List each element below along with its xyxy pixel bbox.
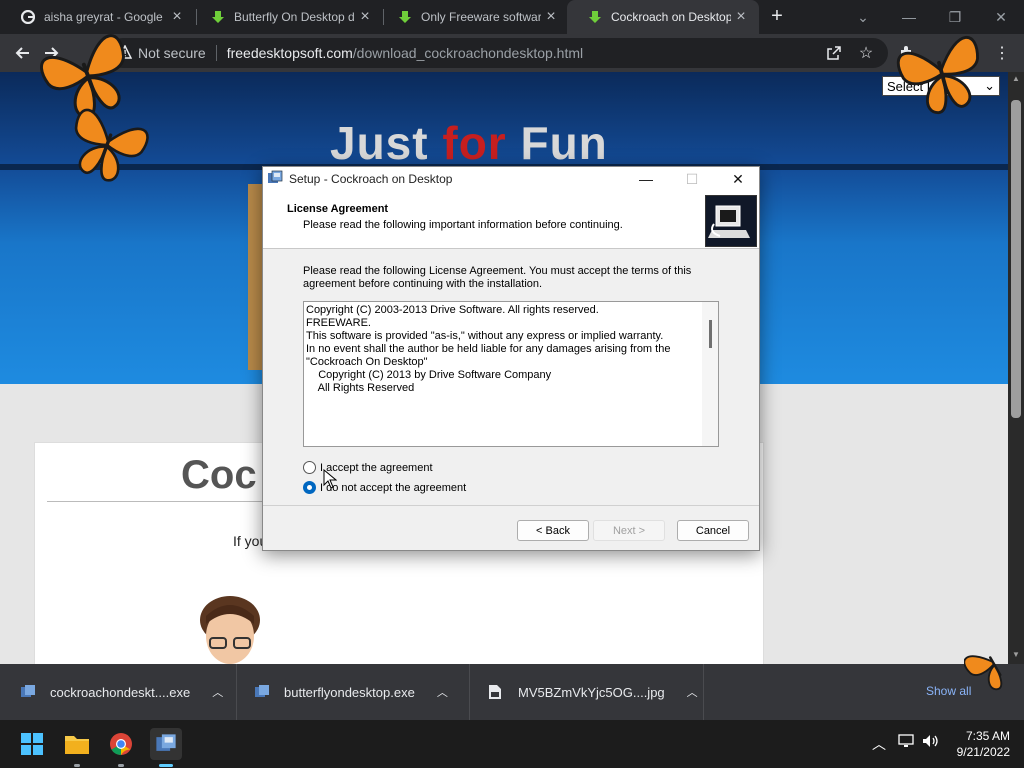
volume-icon[interactable]: [922, 734, 940, 751]
downloads-bar: cockroachondeskt....exe ︿ butterflyondes…: [0, 664, 1024, 720]
browser-toolbar: Not secure freedesktopsoft.com/download_…: [0, 34, 1024, 72]
setup-dialog: Setup - Cockroach on Desktop — ☐ ✕ Licen…: [262, 166, 760, 551]
mouse-cursor-icon: [323, 469, 337, 489]
share-icon[interactable]: [822, 41, 846, 65]
butterfly-image: [74, 108, 149, 182]
divider: [469, 664, 470, 720]
system-clock[interactable]: 7:35 AM 9/21/2022: [946, 728, 1010, 760]
hero-title-part: Fun: [506, 117, 608, 169]
chevron-up-icon[interactable]: ︿: [437, 684, 448, 700]
download-item[interactable]: cockroachondeskt....exe ︿: [20, 664, 223, 720]
tab-freeware[interactable]: Only Freeware softwar ×: [377, 0, 569, 34]
tab-title: Butterfly On Desktop d: [234, 10, 355, 24]
download-arrow-icon: [397, 9, 413, 25]
installer-icon: [254, 684, 270, 700]
divider: [703, 664, 704, 720]
license-line: FREEWARE.: [306, 317, 371, 329]
download-filename: cockroachondeskt....exe: [50, 684, 191, 700]
file-explorer-icon[interactable]: [61, 728, 93, 760]
start-windows-icon[interactable]: [16, 728, 48, 760]
divider: [236, 664, 237, 720]
tab-title: Cockroach on Desktop: [611, 10, 731, 24]
close-icon[interactable]: ×: [167, 8, 187, 26]
maximize-icon: ☐: [685, 170, 699, 187]
cartoon-face-image: [196, 594, 264, 664]
license-line: In no event shall the author be held lia…: [306, 343, 671, 355]
hero-title: Just for Fun: [330, 116, 608, 170]
accept-radio[interactable]: [303, 461, 316, 474]
download-arrow-icon: [587, 9, 603, 25]
download-item[interactable]: butterflyondesktop.exe ︿: [254, 664, 448, 720]
license-textbox[interactable]: Copyright (C) 2003-2013 Drive Software. …: [303, 301, 719, 447]
dialog-header: License Agreement Please read the follow…: [263, 191, 759, 249]
back-button[interactable]: < Back: [517, 520, 589, 541]
license-intro-text: Please read the following License Agreem…: [303, 265, 692, 290]
close-icon[interactable]: ×: [731, 8, 751, 26]
license-line: This software is provided "as-is," witho…: [306, 330, 664, 342]
dialog-close-icon[interactable]: ✕: [715, 167, 761, 191]
download-item[interactable]: MV5BZmVkYjc5OG....jpg ︿: [488, 664, 698, 720]
new-tab-button[interactable]: +: [766, 5, 788, 27]
security-label[interactable]: Not secure: [138, 45, 206, 61]
download-filename: butterflyondesktop.exe: [284, 684, 415, 700]
license-line: Copyright (C) 2013 by Drive Software Com…: [306, 369, 552, 381]
back-arrow-icon[interactable]: [10, 41, 34, 65]
dialog-divider: [263, 505, 759, 506]
clock-time: 7:35 AM: [965, 729, 1010, 743]
tab-butterfly[interactable]: Butterfly On Desktop d ×: [190, 0, 383, 34]
windows-taskbar: ︿ 7:35 AM 9/21/2022: [0, 720, 1024, 768]
active-indicator: [159, 764, 173, 767]
clock-date: 9/21/2022: [956, 745, 1010, 759]
dialog-title: Setup - Cockroach on Desktop: [289, 172, 453, 186]
divider: [215, 45, 217, 61]
decline-radio[interactable]: [303, 481, 316, 494]
minimize-icon[interactable]: —: [623, 167, 669, 191]
installer-icon: [20, 684, 36, 700]
url-path: /download_cockroachondesktop.html: [352, 45, 584, 61]
tab-strip: aisha greyrat - Google × Butterfly On De…: [0, 0, 1024, 34]
page-title: Coc: [181, 453, 257, 497]
butterfly-image: [896, 36, 979, 115]
license-scrollbar-thumb[interactable]: [709, 320, 712, 348]
hero-title-part: for: [442, 117, 507, 169]
section-subtitle: Please read the following important info…: [303, 219, 623, 231]
chevron-up-icon[interactable]: ︿: [687, 684, 698, 700]
license-line: Copyright (C) 2003-2013 Drive Software. …: [306, 304, 599, 316]
tab-cockroach[interactable]: Cockroach on Desktop ×: [567, 0, 759, 34]
download-arrow-icon: [210, 9, 226, 25]
scrollbar-thumb[interactable]: [1011, 100, 1021, 418]
close-icon[interactable]: ×: [541, 8, 561, 26]
decline-label[interactable]: I do not accept the agreement: [320, 482, 466, 494]
image-file-icon: [488, 684, 504, 700]
network-icon[interactable]: [898, 734, 914, 751]
dialog-titlebar[interactable]: Setup - Cockroach on Desktop — ☐ ✕: [263, 167, 759, 191]
bookmark-star-icon[interactable]: ☆: [854, 41, 878, 65]
next-button[interactable]: Next >: [593, 520, 665, 541]
download-filename: MV5BZmVkYjc5OG....jpg: [518, 684, 665, 700]
url-host: freedesktopsoft.com: [226, 45, 353, 61]
menu-kebab-icon[interactable]: ⋮: [990, 41, 1014, 65]
installer-icon: [267, 170, 285, 188]
chevron-up-icon[interactable]: ︿: [872, 734, 886, 754]
installer-taskbar-icon[interactable]: [150, 728, 182, 760]
license-line: "Cockroach On Desktop": [306, 356, 428, 368]
chrome-icon[interactable]: [105, 728, 137, 760]
license-line: All Rights Reserved: [306, 382, 415, 394]
section-title: License Agreement: [287, 203, 389, 215]
chevron-up-icon[interactable]: ︿: [212, 684, 223, 700]
scroll-up-icon[interactable]: ▲: [1010, 74, 1022, 84]
running-indicator: [74, 764, 80, 767]
close-icon[interactable]: ×: [355, 8, 375, 26]
google-icon: [20, 9, 36, 25]
cancel-button[interactable]: Cancel: [677, 520, 749, 541]
address-bar[interactable]: Not secure freedesktopsoft.com/download_…: [108, 38, 888, 68]
computer-install-icon: [705, 195, 757, 247]
butterfly-image: [964, 655, 1003, 691]
hero-title-part: Just: [330, 117, 443, 169]
tab-search-chevron-icon[interactable]: ⌄: [840, 0, 886, 34]
tab-title: Only Freeware softwar: [421, 10, 541, 24]
running-indicator: [118, 764, 124, 767]
